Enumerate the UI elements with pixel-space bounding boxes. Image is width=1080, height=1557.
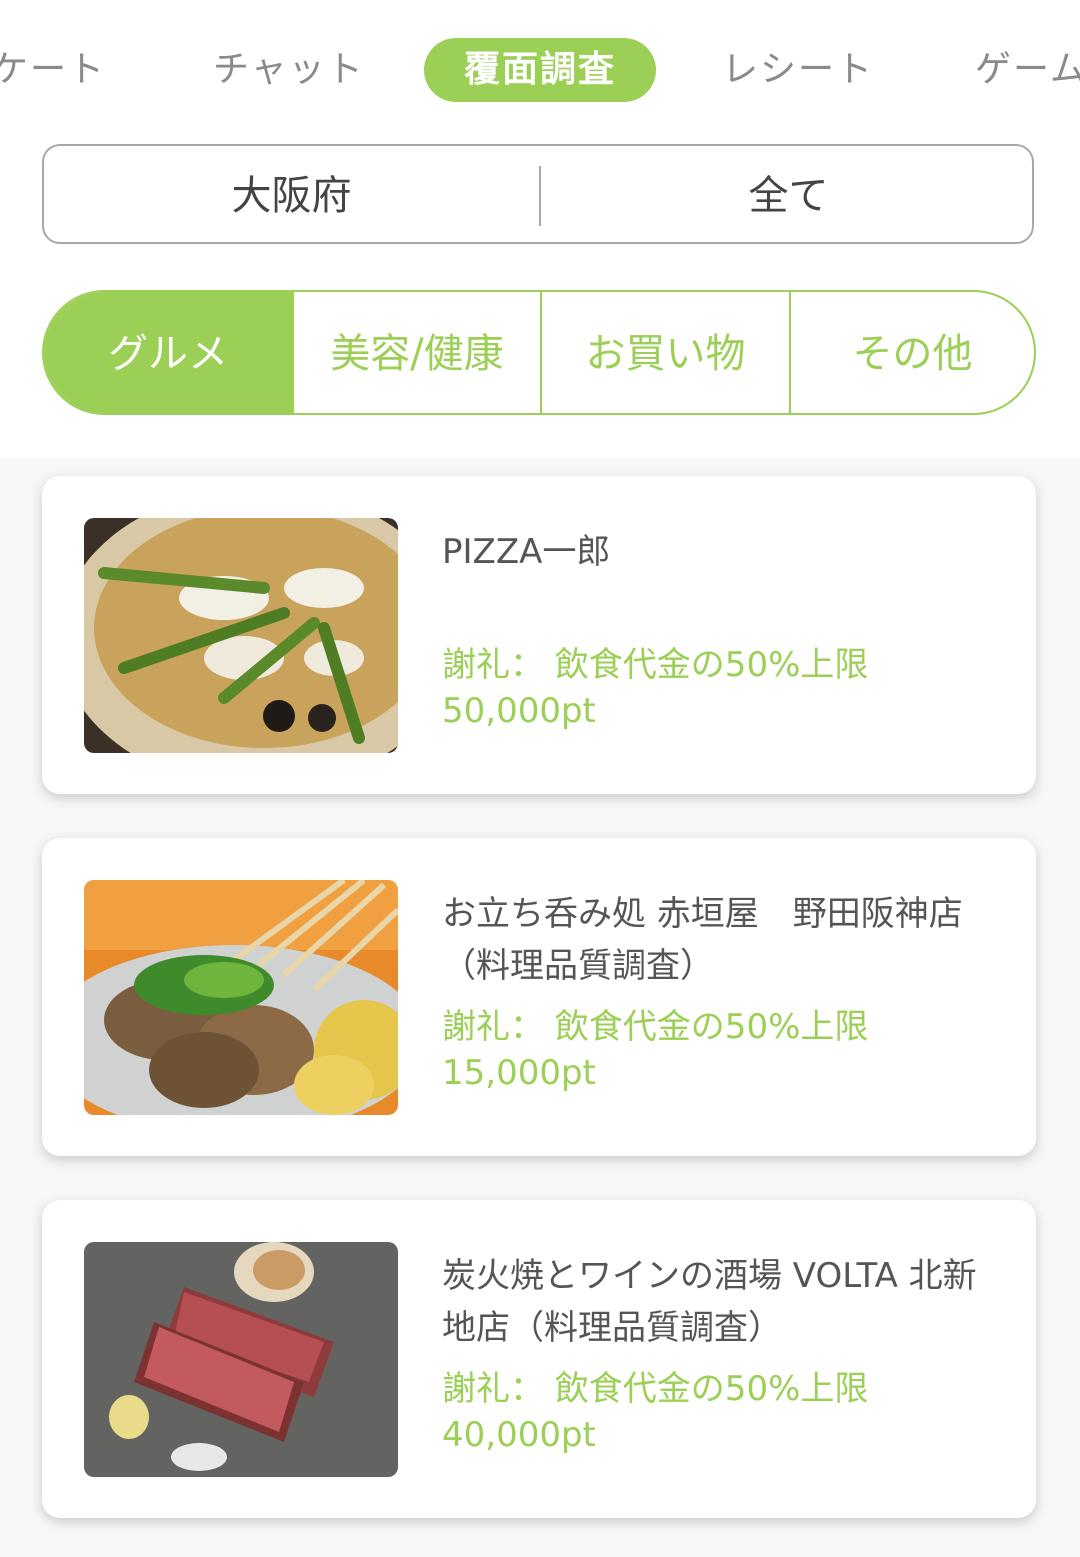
survey-card[interactable]: お立ち呑み処 赤垣屋 野田阪神店（料理品質調査） 謝礼： 飲食代金の50%上限 … <box>42 838 1036 1156</box>
location-selector: 大阪府 全て <box>42 144 1034 244</box>
area-select[interactable]: 全て <box>541 146 1036 242</box>
top-tab-bar: ケート チャット 覆面調査 レシート ゲーム <box>0 38 1080 108</box>
tab-survey[interactable]: ケート <box>0 38 106 102</box>
pizza-photo <box>84 518 398 753</box>
category-segmented-control: グルメ 美容/健康 お買い物 その他 <box>42 290 1036 415</box>
reward-points: 50,000pt <box>442 691 596 731</box>
reward-label: 謝礼： 飲食代金の50%上限 <box>442 1369 869 1409</box>
shop-name: お立ち呑み処 赤垣屋 野田阪神店（料理品質調査） <box>442 894 963 986</box>
category-gourmet[interactable]: グルメ <box>44 292 292 413</box>
category-shopping[interactable]: お買い物 <box>542 292 789 413</box>
tab-chat[interactable]: チャット <box>213 38 365 102</box>
category-beauty-health[interactable]: 美容/健康 <box>294 292 540 413</box>
tab-mystery-shopping[interactable]: 覆面調査 <box>424 38 656 102</box>
survey-card[interactable]: 炭火焼とワインの酒場 VOLTA 北新地店（料理品質調査） 謝礼： 飲食代金の5… <box>42 1200 1036 1518</box>
reward-points: 40,000pt <box>442 1415 596 1455</box>
steak-photo <box>84 1242 398 1477</box>
category-other[interactable]: その他 <box>791 292 1034 413</box>
survey-card[interactable]: PIZZA一郎 謝礼： 飲食代金の50%上限 50,000pt <box>42 476 1036 794</box>
reward-label: 謝礼： 飲食代金の50%上限 <box>442 1007 869 1047</box>
yakitori-photo <box>84 880 398 1115</box>
region-select[interactable]: 大阪府 <box>44 146 539 242</box>
shop-name: 炭火焼とワインの酒場 VOLTA 北新地店（料理品質調査） <box>442 1256 977 1348</box>
shop-name: PIZZA一郎 <box>442 532 611 572</box>
reward-label: 謝礼： 飲食代金の50%上限 <box>442 645 869 685</box>
reward-points: 15,000pt <box>442 1053 596 1093</box>
tab-receipt[interactable]: レシート <box>722 38 874 102</box>
tab-game[interactable]: ゲーム <box>975 38 1080 102</box>
